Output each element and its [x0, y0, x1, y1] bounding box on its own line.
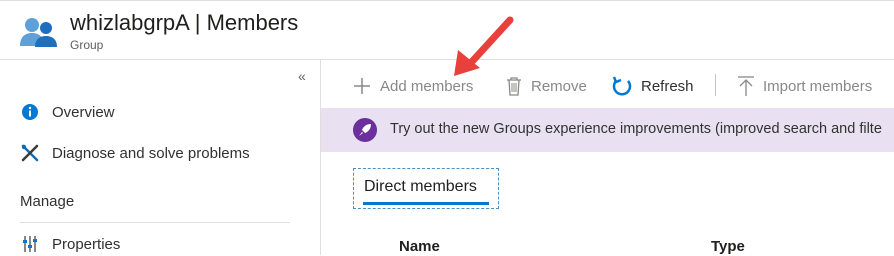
rocket-icon — [353, 118, 377, 142]
remove-label: Remove — [531, 77, 587, 95]
sidebar-item-diagnose[interactable]: Diagnose and solve problems — [20, 141, 250, 165]
section-divider — [20, 222, 290, 223]
refresh-button[interactable]: Refresh — [611, 74, 694, 98]
banner-message: Try out the new Groups experience improv… — [390, 121, 882, 137]
collapse-sidebar-button[interactable]: « — [298, 68, 306, 84]
annotation-arrow-icon — [454, 16, 514, 76]
page-subtitle: Group — [70, 38, 104, 52]
import-members-button[interactable]: Import members — [737, 74, 872, 98]
sidebar-item-overview[interactable]: Overview — [20, 100, 115, 124]
toolbar-separator — [715, 74, 716, 96]
column-header-type[interactable]: Type — [711, 238, 745, 255]
sidebar-item-label: Diagnose and solve problems — [52, 144, 250, 162]
users-group-icon — [20, 18, 57, 47]
upload-icon — [737, 75, 755, 97]
wrench-icon — [20, 143, 40, 163]
section-label-manage: Manage — [20, 193, 75, 210]
sidebar-item-properties[interactable]: Properties — [20, 232, 120, 256]
tab-label: Direct members — [364, 178, 477, 195]
refresh-label: Refresh — [641, 77, 694, 95]
plus-icon — [352, 76, 372, 96]
page-title: whizlabgrpA | Members — [70, 10, 299, 35]
refresh-icon — [611, 75, 633, 97]
properties-icon — [20, 234, 40, 254]
info-icon — [20, 102, 40, 122]
sidebar-item-label: Overview — [52, 103, 115, 121]
import-members-label: Import members — [763, 77, 873, 95]
tab-active-indicator — [363, 202, 489, 205]
sidebar-item-label: Properties — [52, 235, 121, 253]
column-header-name[interactable]: Name — [399, 238, 440, 255]
